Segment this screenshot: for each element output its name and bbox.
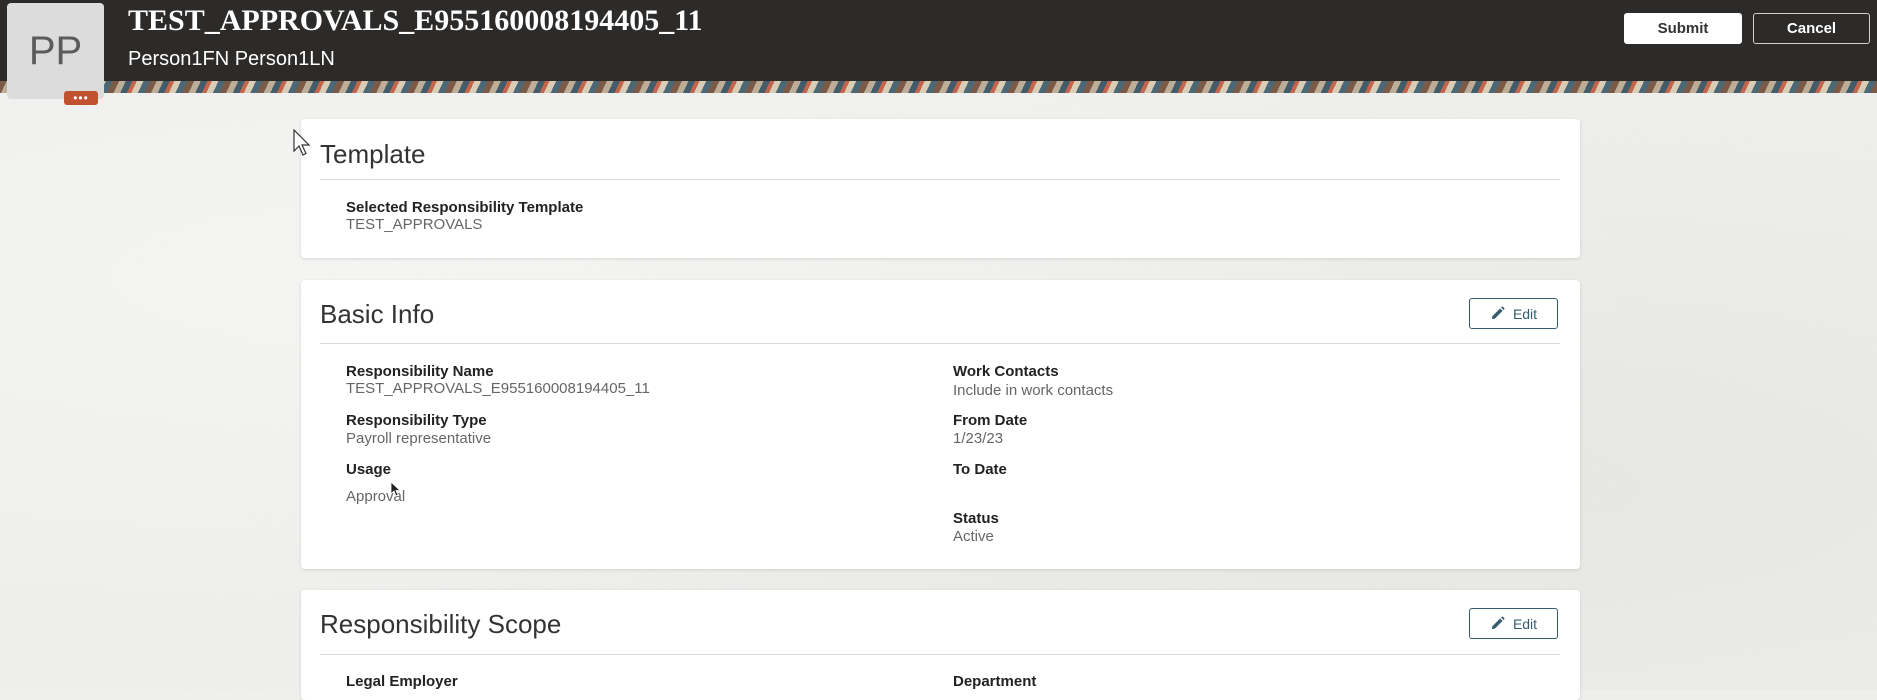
responsibility-name-value: TEST_APPROVALS_E955160008194405_11: [346, 380, 650, 397]
responsibility-type-label: Responsibility Type: [346, 412, 487, 429]
pencil-icon: [1491, 306, 1505, 320]
edit-label: Edit: [1512, 615, 1538, 632]
edit-label: Edit: [1512, 305, 1538, 322]
divider: [320, 654, 1560, 655]
from-date-value: 1/23/23: [953, 430, 1004, 447]
mouse-pointer-icon: [293, 129, 311, 156]
responsibility-name-label: Responsibility Name: [346, 363, 494, 380]
pencil-icon: [1491, 616, 1505, 630]
divider: [320, 179, 1560, 180]
legal-employer-label: Legal Employer: [346, 673, 458, 690]
department-label: Department: [953, 673, 1037, 690]
divider: [320, 343, 1560, 344]
responsibility-scope-title: Responsibility Scope: [320, 609, 562, 639]
submit-button[interactable]: Submit: [1624, 13, 1742, 44]
work-contacts-value: Include in work contacts: [953, 382, 1114, 399]
more-options-button[interactable]: •••: [64, 91, 98, 105]
edit-basic-info-button[interactable]: Edit: [1469, 298, 1558, 329]
cancel-button[interactable]: Cancel: [1753, 13, 1870, 44]
from-date-label: From Date: [953, 412, 1028, 429]
template-section-title: Template: [320, 139, 426, 169]
template-card: Template Selected Responsibility Templat…: [301, 119, 1580, 258]
work-contacts-label: Work Contacts: [953, 363, 1059, 380]
decorative-banner: [0, 81, 1877, 93]
to-date-label: To Date: [953, 461, 1007, 478]
basic-info-card: Basic Info Edit Responsibility Name TEST…: [301, 280, 1580, 569]
mouse-pointer-icon: [390, 481, 402, 497]
avatar[interactable]: PP: [7, 3, 104, 99]
status-label: Status: [953, 510, 999, 527]
responsibility-type-value: Payroll representative: [346, 430, 492, 447]
avatar-initials: PP: [28, 28, 83, 73]
status-value: Active: [953, 528, 994, 545]
responsibility-scope-card: Responsibility Scope Edit Legal Employer…: [301, 590, 1580, 700]
edit-scope-button[interactable]: Edit: [1469, 608, 1558, 639]
usage-label: Usage: [346, 461, 392, 478]
basic-info-title: Basic Info: [320, 299, 435, 329]
page-title: TEST_APPROVALS_E955160008194405_11: [128, 4, 703, 37]
field-value: TEST_APPROVALS: [346, 216, 483, 233]
field-label: Selected Responsibility Template: [346, 199, 584, 216]
more-icon: •••: [73, 91, 89, 105]
person-name: Person1FN Person1LN: [128, 48, 335, 70]
